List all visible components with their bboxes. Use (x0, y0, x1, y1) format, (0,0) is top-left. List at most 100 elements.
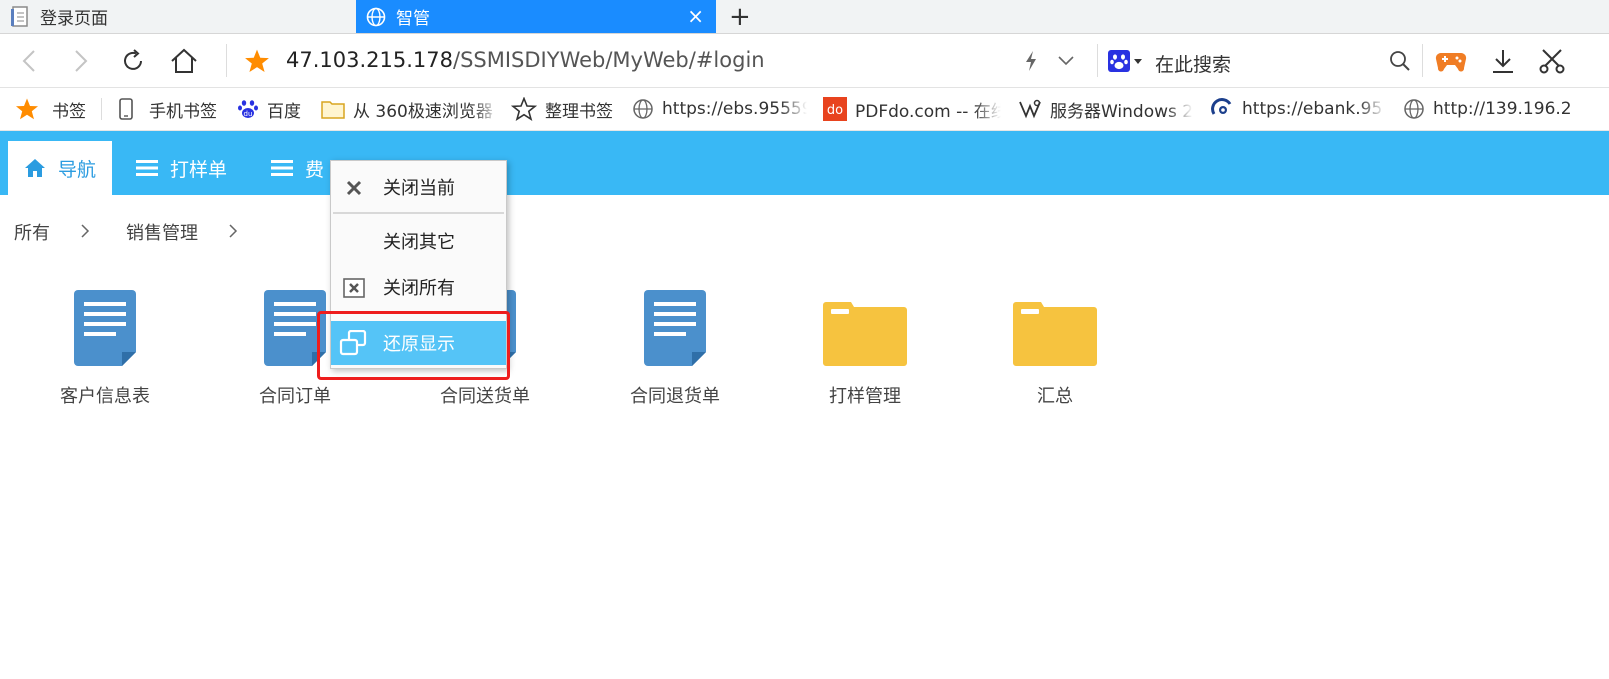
address-bar-row: 47.103.215.178/SSMISDIYWeb/MyWeb/#login … (0, 34, 1609, 88)
url-input[interactable]: 47.103.215.178/SSMISDIYWeb/MyWeb/#login (286, 48, 765, 72)
bookmark-item[interactable]: 整理书签 (511, 88, 613, 130)
menu-item-label: 关闭当前 (383, 178, 455, 199)
bookmark-item[interactable]: do PDFdo.com -- 在线 (823, 88, 1001, 130)
grid-item-sample-management[interactable]: 打样管理 (800, 290, 930, 408)
grid-item-label: 合同订单 (259, 386, 331, 407)
bookmark-item[interactable]: 服务器Windows 2 (1018, 88, 1193, 130)
breadcrumb-item[interactable]: 销售管理 (126, 219, 198, 245)
menu-item-close-all[interactable]: 关闭所有 (331, 265, 506, 309)
grid-item-label: 汇总 (1037, 386, 1073, 407)
lightning-icon[interactable] (1016, 46, 1046, 76)
divider (1422, 44, 1423, 77)
star-outline-icon (511, 97, 537, 121)
bookmark-label: https://ebs.95559 (662, 99, 807, 119)
grid-item-label: 客户信息表 (60, 386, 150, 407)
bookmark-label: 百度 (267, 101, 301, 122)
tab-login[interactable]: 登录页面 (0, 0, 355, 33)
url-host: 47.103.215.178 (286, 48, 453, 72)
scissors-icon[interactable] (1537, 46, 1567, 76)
globe-icon (366, 7, 386, 27)
grid-item-label: 合同退货单 (630, 386, 720, 407)
nav-tab-label: 打样单 (170, 158, 228, 181)
search-engine-baidu-icon[interactable] (1106, 46, 1146, 76)
svg-text:du: du (244, 110, 253, 118)
bookmark-item[interactable]: https://ebs.95559 (632, 88, 807, 130)
bookmarks-bar: 书签 手机书签 du 百度 从 360极速浏览器 整理书签 https://eb… (0, 88, 1609, 131)
tab-title: 登录页面 (40, 9, 108, 29)
bookmark-label: 书签 (52, 101, 86, 122)
star-icon (14, 97, 40, 121)
tab-zhiguan[interactable]: 智管 × (356, 0, 716, 33)
bookmark-item[interactable]: 书签 (14, 88, 86, 130)
nav-tab-sample-order[interactable]: 打样单 (136, 141, 227, 195)
menu-divider (333, 212, 504, 214)
globe-icon (1403, 98, 1425, 120)
annotation-highlight-box (317, 311, 510, 380)
game-controller-icon[interactable] (1434, 46, 1468, 76)
menu-item-close-current[interactable]: 关闭当前 (331, 165, 506, 209)
close-all-icon (343, 277, 365, 299)
close-tab-icon[interactable]: × (687, 4, 704, 28)
new-tab-button[interactable]: + (729, 0, 751, 33)
folder-icon (990, 290, 1120, 370)
svg-text:do: do (827, 103, 843, 118)
document-icon (610, 290, 740, 370)
url-path: /SSMISDIYWeb/MyWeb/#login (453, 48, 765, 72)
bookmark-label: https://ebank.95 (1242, 99, 1383, 119)
tab-title: 智管 (396, 9, 430, 29)
search-input[interactable]: 在此搜索 (1155, 50, 1231, 77)
download-icon[interactable] (1488, 46, 1518, 76)
bookmark-item[interactable]: du 百度 (237, 88, 301, 130)
globe-icon (632, 98, 654, 120)
document-icon (40, 290, 170, 370)
forward-button[interactable] (66, 46, 96, 76)
nav-tab-navigation[interactable]: 导航 (8, 141, 112, 195)
nav-tab-label: 费 (305, 158, 325, 181)
menu-icon (271, 159, 293, 177)
grid-item-summary[interactable]: 汇总 (990, 290, 1120, 408)
close-x-icon (343, 177, 365, 199)
back-button[interactable] (14, 46, 44, 76)
bookmark-label: PDFdo.com -- 在线 (855, 101, 1001, 122)
bookmark-label: 整理书签 (545, 101, 613, 122)
bookmark-item[interactable]: 从 360极速浏览器 (321, 88, 499, 130)
home-icon (24, 158, 46, 178)
baidu-paw-icon: du (237, 98, 259, 120)
folder-icon (800, 290, 930, 370)
bookmark-item[interactable]: http://139.196.2 (1403, 88, 1609, 130)
home-button[interactable] (169, 46, 199, 76)
nav-tab-fee[interactable]: 费 (271, 141, 324, 195)
menu-item-label: 关闭其它 (383, 232, 455, 253)
page-icon (10, 5, 30, 28)
menu-icon (136, 159, 158, 177)
breadcrumb-item[interactable]: 所有 (14, 219, 50, 245)
bookmark-label: 服务器Windows 2 (1050, 101, 1193, 122)
bookmark-label: 手机书签 (149, 101, 217, 122)
bookmark-item[interactable]: https://ebank.95 (1210, 88, 1385, 130)
favorite-star-icon[interactable] (242, 46, 272, 76)
menu-item-label: 关闭所有 (383, 278, 455, 299)
app-nav-bar: 导航 打样单 费 (0, 131, 1609, 195)
grid-item-contract-return[interactable]: 合同退货单 (610, 290, 740, 408)
menu-item-close-others[interactable]: 关闭其它 (331, 219, 506, 263)
grid-item-customer-info[interactable]: 客户信息表 (40, 290, 170, 408)
divider (1097, 44, 1098, 77)
server-icon (1018, 98, 1042, 120)
nav-tab-label: 导航 (57, 158, 96, 181)
folder-icon (321, 99, 345, 119)
tab-strip: 登录页面 智管 × + (0, 0, 1609, 34)
bookmark-label: http://139.196.2 (1433, 99, 1572, 119)
grid-item-label: 打样管理 (829, 386, 901, 407)
reload-button[interactable] (118, 46, 148, 76)
search-icon[interactable] (1385, 46, 1415, 76)
divider (226, 44, 227, 77)
pdfdo-icon: do (823, 97, 847, 121)
grid-item-label: 合同送货单 (440, 386, 530, 407)
bank-icon (1210, 98, 1234, 120)
bookmark-label: 从 360极速浏览器 (353, 101, 493, 122)
chevron-down-icon[interactable] (1051, 46, 1081, 76)
bookmark-item[interactable]: 手机书签 (117, 88, 217, 130)
divider (101, 98, 102, 120)
phone-icon (117, 97, 135, 121)
breadcrumb-separator (80, 219, 90, 244)
